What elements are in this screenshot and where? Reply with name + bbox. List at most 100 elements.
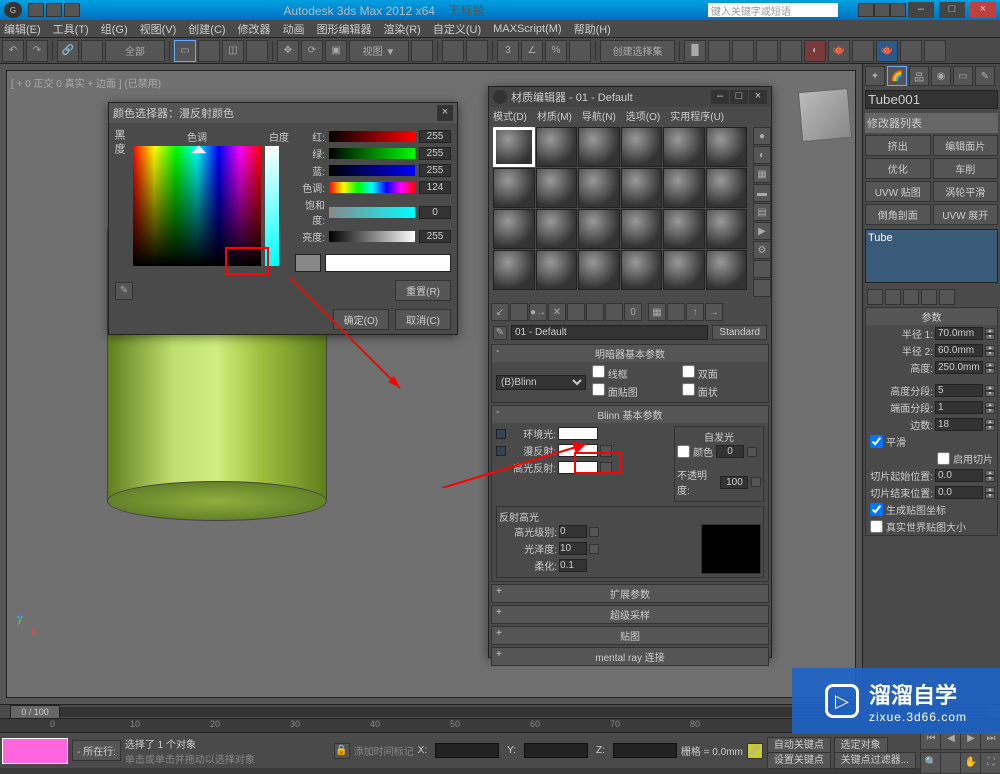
schematic-button[interactable] (780, 40, 802, 62)
stack-item[interactable]: Tube (868, 232, 995, 244)
percent-snap-button[interactable]: % (545, 40, 567, 62)
keyfilter-button[interactable]: 关键点过滤器... (834, 752, 916, 769)
menu-views[interactable]: 视图(V) (140, 21, 177, 37)
mod-turbosmooth[interactable]: 涡轮平滑 (933, 181, 999, 202)
keyb-button[interactable] (466, 40, 488, 62)
pin-stack-button[interactable] (867, 289, 883, 305)
modifier-stack[interactable]: Tube (865, 229, 998, 283)
select-region-button[interactable]: ◫ (222, 40, 244, 62)
tab-modify[interactable]: 🌈 (887, 66, 907, 86)
hue-slider[interactable] (329, 182, 415, 193)
mat-slot[interactable] (706, 250, 748, 290)
configure-sets-button[interactable] (939, 289, 955, 305)
diffuse-lock[interactable] (496, 446, 506, 456)
blue-slider[interactable] (329, 165, 415, 176)
specular-map-button[interactable] (600, 462, 612, 474)
ref-coord[interactable]: 视图 ▼ (349, 40, 409, 62)
red-input[interactable] (419, 130, 451, 143)
show-end-result-button[interactable] (885, 289, 901, 305)
blue-input[interactable] (419, 164, 451, 177)
rotate-button[interactable]: ⟳ (301, 40, 323, 62)
modifier-list[interactable]: 修改器列表 (865, 113, 998, 133)
rollout-maps[interactable]: 贴图 (491, 626, 769, 645)
cseg-input[interactable] (935, 401, 983, 414)
mat-slot[interactable] (578, 168, 620, 208)
mat-slot[interactable] (493, 168, 535, 208)
mat-slot[interactable] (578, 209, 620, 249)
render-prod-button[interactable] (900, 40, 922, 62)
radius1-spinner[interactable]: ▴▾ (985, 328, 995, 340)
mod-uvwmap[interactable]: UVW 贴图 (865, 181, 931, 202)
material-name-input[interactable] (511, 325, 708, 340)
mat-slot[interactable] (621, 250, 663, 290)
height-input[interactable] (935, 361, 983, 374)
sliceto-input[interactable] (935, 486, 983, 499)
sides-input[interactable] (935, 418, 983, 431)
viewport-label[interactable]: [ + 0 正交 0 真实 + 边面 ] (已禁用) (11, 75, 161, 90)
put-to-lib-button[interactable] (605, 303, 623, 321)
manip-button[interactable] (442, 40, 464, 62)
selection-set[interactable]: 全部 (105, 40, 165, 62)
eyedropper-button[interactable]: ✎ (115, 282, 133, 300)
x-input[interactable] (435, 743, 499, 758)
genmap-checkbox[interactable] (870, 503, 883, 516)
quick-access[interactable] (28, 3, 80, 17)
menu-maxscript[interactable]: MAXScript(M) (493, 23, 561, 35)
menu-grapheditors[interactable]: 图形编辑器 (317, 21, 372, 37)
menu-group[interactable]: 组(G) (101, 21, 128, 37)
menu-animation[interactable]: 动画 (283, 21, 305, 37)
show-in-vp-button[interactable]: ▦ (648, 303, 666, 321)
rollout-mentalray[interactable]: mental ray 连接 (491, 647, 769, 666)
render-setup-button[interactable]: 🫖 (828, 40, 850, 62)
zoom-button[interactable]: 🔍 (920, 752, 942, 774)
curve-editor-button[interactable] (756, 40, 778, 62)
tab-hierarchy[interactable]: 品 (909, 66, 929, 86)
sides-spinner[interactable]: ▴▾ (985, 419, 995, 431)
rollout-extended[interactable]: 扩展参数 (491, 584, 769, 603)
mat-menu-util[interactable]: 实用程序(U) (670, 108, 724, 123)
menu-customize[interactable]: 自定义(U) (433, 21, 481, 37)
align-button[interactable] (708, 40, 730, 62)
angle-snap-button[interactable]: ∠ (521, 40, 543, 62)
reset-button[interactable]: 重置(R) (395, 280, 451, 301)
undo-button[interactable]: ↶ (2, 40, 24, 62)
unlink-button[interactable] (81, 40, 103, 62)
rendered-frame-button[interactable] (852, 40, 874, 62)
sat-input[interactable] (419, 206, 451, 219)
setkey-button[interactable]: 设置关键点 (767, 752, 831, 769)
realworld-checkbox[interactable] (870, 520, 883, 533)
mod-bevel[interactable]: 倒角剖面 (865, 204, 931, 225)
material-editor-button[interactable]: ◐ (804, 40, 826, 62)
hue-field[interactable]: ◢◣ (133, 146, 261, 266)
selfillum-checkbox[interactable] (677, 445, 690, 458)
slicefrom-spinner[interactable]: ▴▾ (985, 470, 995, 482)
wire-checkbox[interactable] (592, 365, 605, 378)
options-button[interactable]: ⚙ (753, 241, 771, 259)
object-name-input[interactable] (865, 90, 998, 109)
mat-slot[interactable] (493, 209, 535, 249)
assign-to-sel-button[interactable]: ●→ (529, 303, 547, 321)
height-spinner[interactable]: ▴▾ (985, 362, 995, 374)
radius1-input[interactable] (935, 327, 983, 340)
rollout-blinn[interactable]: Blinn 基本参数 (492, 406, 768, 423)
go-parent-button[interactable]: ↑ (686, 303, 704, 321)
sliceto-spinner[interactable]: ▴▾ (985, 487, 995, 499)
mat-slot[interactable] (706, 209, 748, 249)
mat-slot[interactable] (536, 209, 578, 249)
menu-create[interactable]: 创建(C) (188, 21, 225, 37)
menu-help[interactable]: 帮助(H) (574, 21, 611, 37)
layers-button[interactable] (732, 40, 754, 62)
cseg-spinner[interactable]: ▴▾ (985, 402, 995, 414)
mat-slot[interactable] (621, 168, 663, 208)
shader-select[interactable]: (B)Blinn (496, 375, 586, 390)
pivot-button[interactable] (411, 40, 433, 62)
mat-slot[interactable] (578, 127, 620, 167)
mat-slot[interactable] (493, 250, 535, 290)
speclevel-map-button[interactable] (589, 527, 599, 537)
sample-uv-button[interactable]: ▬ (753, 184, 771, 202)
mat-slot[interactable] (536, 127, 578, 167)
help-icon[interactable] (890, 3, 906, 17)
gloss-map-button[interactable] (589, 544, 599, 554)
menu-edit[interactable]: 编辑(E) (4, 21, 41, 37)
facemap-checkbox[interactable] (592, 383, 605, 396)
